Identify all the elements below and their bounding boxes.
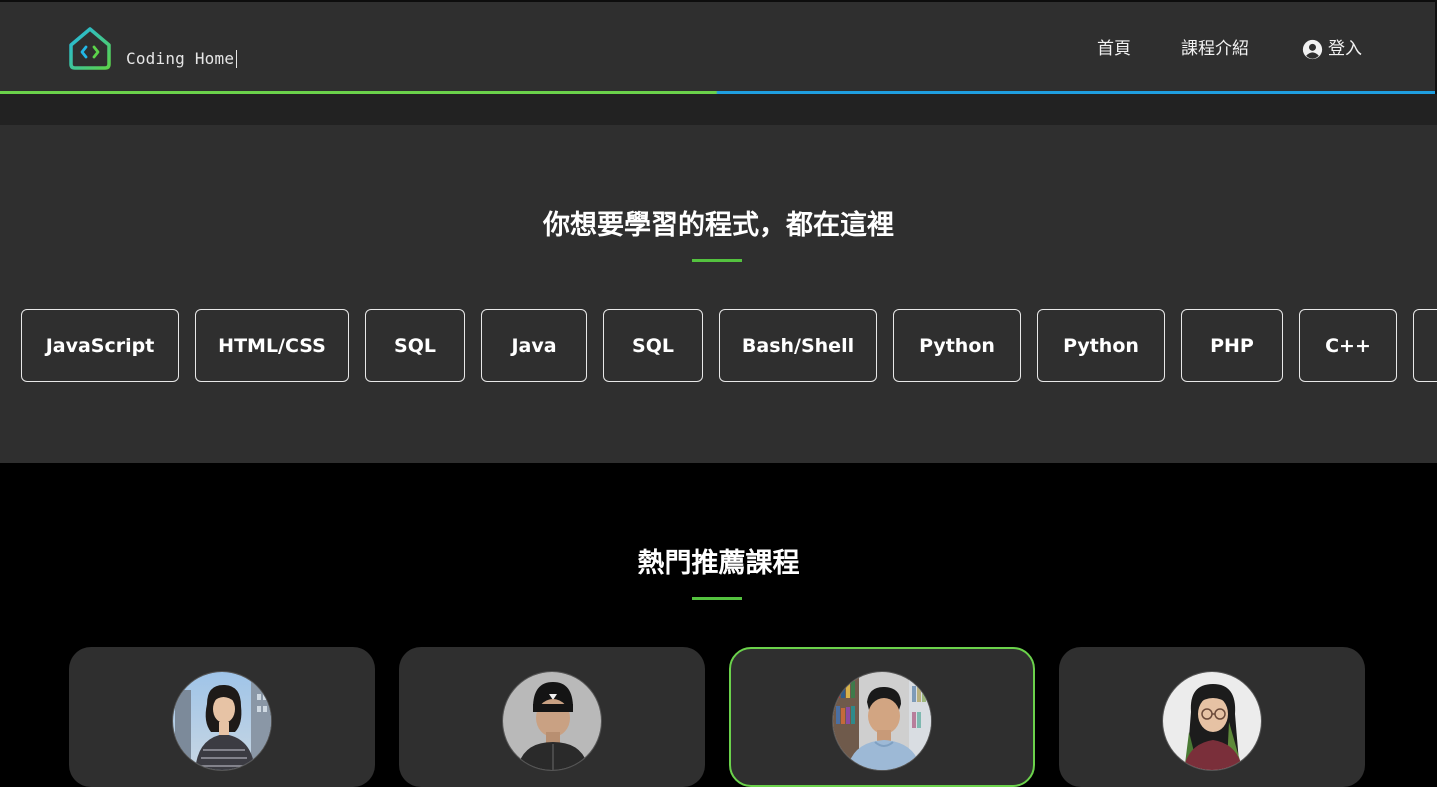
login-label: 登入 [1328, 39, 1362, 59]
language-chip-javascript[interactable]: JavaScript [21, 309, 179, 382]
languages-section: 你想要學習的程式，都在這裡 JavaScript HTML/CSS SQL Ja… [0, 125, 1437, 463]
instructor-photo-man-library-icon [833, 672, 931, 770]
language-chip-python[interactable]: Python [893, 309, 1021, 382]
languages-title-underline [692, 259, 742, 262]
language-chip-java[interactable]: Java [481, 309, 587, 382]
instructor-avatar [832, 671, 932, 771]
instructor-avatar [1162, 671, 1262, 771]
user-circle-icon [1302, 39, 1323, 59]
language-chip-php[interactable]: PHP [1181, 309, 1283, 382]
instructor-avatar [502, 671, 602, 771]
languages-title: 你想要學習的程式，都在這裡 [543, 210, 894, 241]
header-sub-band [0, 94, 1437, 125]
popular-courses-title-underline [692, 597, 742, 600]
language-chip-html-css[interactable]: HTML/CSS [195, 309, 349, 382]
course-card-2[interactable] [399, 647, 705, 787]
instructor-avatar [172, 671, 272, 771]
popular-courses-title: 熱門推薦課程 [637, 548, 800, 579]
language-chip-overflow[interactable] [1413, 309, 1437, 382]
popular-courses-section: 熱門推薦課程 [0, 463, 1437, 787]
language-chip-bash-shell[interactable]: Bash/Shell [719, 309, 877, 382]
nav-courses-link[interactable]: 課程介紹 [1181, 37, 1249, 61]
nav-home-link[interactable]: 首頁 [1097, 37, 1131, 61]
language-chip-sql-2[interactable]: SQL [603, 309, 703, 382]
language-chip-list: JavaScript HTML/CSS SQL Java SQL Bash/Sh… [0, 309, 1437, 383]
nav-login-link[interactable]: 登入 [1302, 37, 1362, 61]
main-nav: 首頁 課程介紹 登入 [0, 37, 1435, 61]
course-card-4[interactable] [1059, 647, 1365, 787]
site-header: Coding Home 首頁 課程介紹 登入 [0, 2, 1435, 93]
instructor-photo-woman-glasses-icon [1163, 672, 1261, 770]
course-card-1[interactable] [69, 647, 375, 787]
instructor-photo-woman-city-icon [173, 672, 271, 770]
language-chip-cpp[interactable]: C++ [1299, 309, 1397, 382]
instructor-photo-man-beanie-icon [503, 672, 601, 770]
language-chip-sql[interactable]: SQL [365, 309, 465, 382]
course-card-3[interactable] [729, 647, 1035, 787]
language-chip-python-2[interactable]: Python [1037, 309, 1165, 382]
